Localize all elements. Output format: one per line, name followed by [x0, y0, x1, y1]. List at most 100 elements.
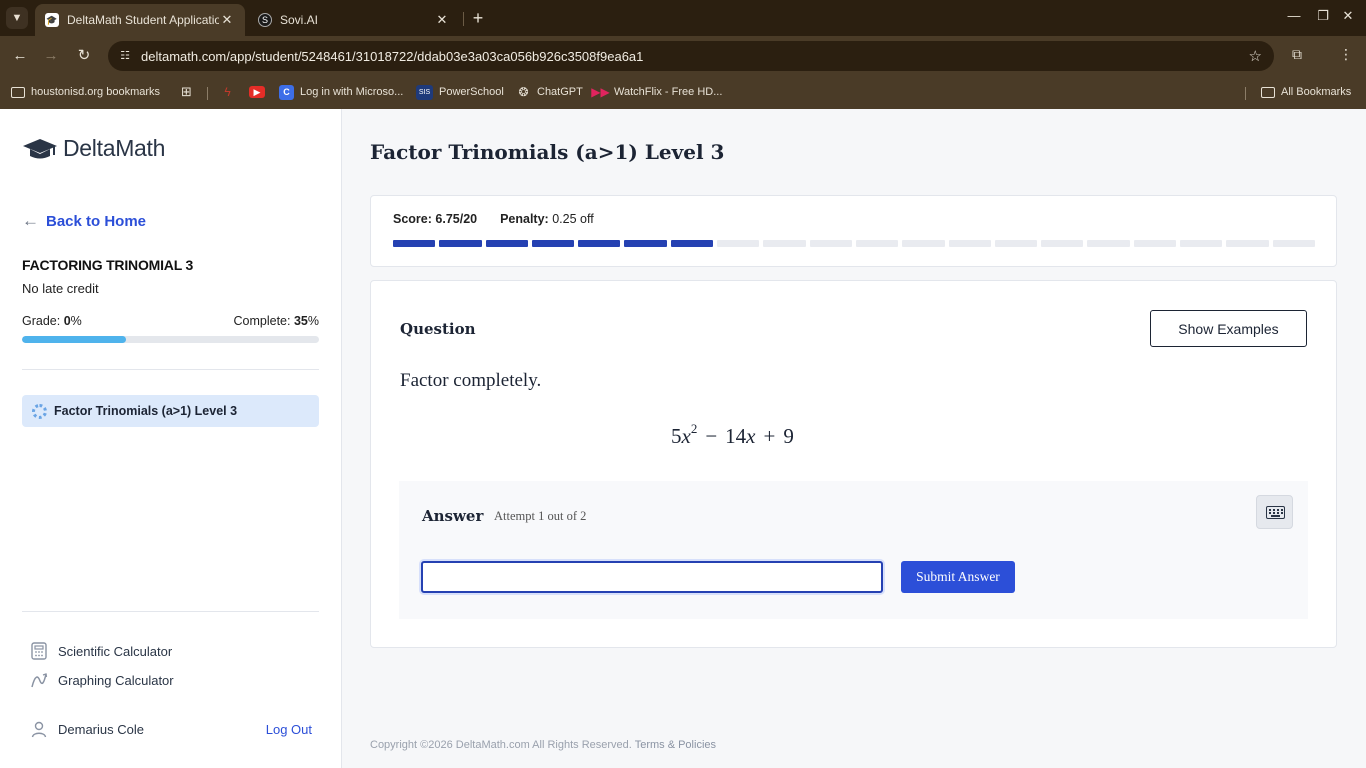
complete-label: Complete: [233, 314, 291, 328]
tab-title: DeltaMath Student Application [67, 13, 219, 27]
address-bar[interactable]: ☷ deltamath.com/app/student/5248461/3101… [108, 41, 1274, 71]
assignment-title: FACTORING TRINOMIAL 3 [22, 257, 194, 273]
progress-segment [1133, 240, 1177, 247]
new-tab-button[interactable]: + [468, 8, 488, 28]
bookmark-watchflix[interactable]: ▶▶ WatchFlix - Free HD... [591, 83, 722, 101]
progress-segment [670, 240, 714, 247]
close-icon[interactable]: ✕ [219, 12, 235, 28]
score-progress-bar [393, 240, 1315, 247]
expr-op-minus: − [705, 424, 718, 448]
graph-icon [31, 673, 48, 688]
penalty-label: Penalty: [500, 212, 549, 226]
close-window-icon[interactable]: ✕ [1338, 8, 1358, 24]
bookmark-microsoft-login[interactable]: C Log in with Microso... [279, 83, 403, 101]
sis-icon: SIS [416, 84, 433, 100]
bookmarks-bar: houstonisd.org bookmarks ⊞ ϟ ▶ C Log in … [0, 76, 1366, 109]
answer-input[interactable] [421, 561, 883, 593]
complete-unit: % [307, 314, 319, 328]
chevron-down-icon: ▼ [11, 12, 23, 24]
user-name: Demarius Cole [58, 721, 144, 737]
user-row: Demarius Cole Log Out [30, 720, 312, 738]
bookmark-star-icon[interactable]: ☆ [1249, 47, 1262, 65]
apps-grid-icon: ⊞ [181, 84, 192, 99]
progress-segment [902, 240, 945, 247]
restore-icon[interactable]: ❐ [1313, 8, 1333, 24]
keyboard-icon [1266, 506, 1285, 519]
tab-sovi[interactable]: S Sovi.AI ✕ [248, 4, 460, 36]
expr-op-plus: + [763, 424, 776, 448]
progress-segment [624, 240, 667, 247]
site-info-icon[interactable]: ☷ [118, 49, 132, 63]
url-text[interactable]: deltamath.com/app/student/5248461/310187… [141, 49, 643, 64]
extensions-icon[interactable]: ⧉ [1287, 46, 1307, 63]
more-menu-icon[interactable]: ⋮ [1336, 46, 1356, 63]
expr-const: 9 [783, 424, 794, 448]
bookmark-chatgpt[interactable]: ❂ ChatGPT [516, 83, 582, 101]
progress-segment [531, 240, 575, 247]
progress-segment [855, 240, 899, 247]
submit-answer-button[interactable]: Submit Answer [901, 561, 1015, 593]
tab-search-button[interactable]: ▼ [6, 7, 28, 29]
progress-segment [485, 240, 528, 247]
logo-text: DeltaMath [63, 135, 166, 161]
forward-arrow-icon[interactable]: → [41, 46, 61, 66]
deltamath-favicon-icon: 🎓 [45, 13, 59, 27]
expr-var: x [681, 424, 691, 448]
sovi-favicon-icon: S [258, 13, 272, 27]
progress-segment [1041, 240, 1084, 247]
score-label: Score: [393, 212, 432, 226]
footer: Copyright ©2026 DeltaMath.com All Rights… [370, 739, 716, 751]
question-card: Question Show Examples Factor completely… [370, 280, 1337, 648]
logout-link[interactable]: Log Out [266, 722, 312, 737]
scientific-calculator-link[interactable]: Scientific Calculator [30, 642, 172, 660]
back-to-home-link[interactable]: ← Back to Home [22, 211, 146, 231]
sidebar: DeltaMath ← Back to Home FACTORING TRINO… [0, 109, 342, 768]
progress-segment [439, 240, 482, 247]
answer-section: Answer Attempt 1 out of 2 Submit Answer [399, 481, 1308, 619]
clever-icon: C [279, 84, 294, 100]
bookmark-youtube[interactable]: ▶ [249, 83, 271, 101]
folder-icon [1261, 86, 1275, 98]
sidebar-item-factor-trinomials[interactable]: Factor Trinomials (a>1) Level 3 [22, 395, 319, 427]
reload-icon[interactable]: ↻ [74, 46, 94, 66]
progress-spinner-icon [32, 403, 47, 419]
all-bookmarks-button[interactable]: All Bookmarks [1261, 83, 1351, 101]
graphing-calculator-link[interactable]: Graphing Calculator [30, 671, 174, 689]
complete-value: 35 [293, 314, 308, 328]
bookmark-separator [1245, 87, 1246, 100]
tab-deltamath[interactable]: 🎓 DeltaMath Student Application ✕ [35, 4, 245, 36]
bookmark-deltamath[interactable]: ϟ [220, 83, 241, 101]
minimize-icon[interactable]: — [1284, 8, 1304, 23]
deltamath-bookmark-icon: ϟ [224, 85, 231, 99]
progress-segment [1087, 240, 1130, 247]
score-text: Score: 6.75/20 Penalty: 0.25 off [393, 212, 594, 226]
show-examples-button[interactable]: Show Examples [1150, 310, 1307, 347]
bookmark-houstonisd[interactable]: houstonisd.org bookmarks [11, 83, 160, 101]
progress-segment [578, 240, 621, 247]
terms-link[interactable]: Terms & Policies [635, 739, 716, 751]
bookmark-powerschool[interactable]: SIS PowerSchool [416, 83, 504, 101]
question-label: Question [400, 320, 476, 338]
deltamath-logo[interactable]: DeltaMath [22, 135, 165, 162]
progress-segment [1226, 240, 1269, 247]
late-credit-text: No late credit [22, 281, 99, 296]
tab-separator [463, 12, 464, 26]
bookmark-apps[interactable]: ⊞ [179, 83, 200, 101]
answer-label: Answer [422, 507, 484, 525]
score-card: Score: 6.75/20 Penalty: 0.25 off [370, 195, 1337, 267]
grade-value: 0 [63, 314, 71, 328]
complete-stat: Complete: 35% [234, 314, 320, 328]
expr-coef: 5 [671, 424, 682, 448]
progress-segment [1180, 240, 1223, 247]
expr-var2: x [746, 424, 756, 448]
browser-toolbar: ← → ↻ ☷ deltamath.com/app/student/524846… [0, 36, 1366, 76]
sidebar-divider [22, 611, 319, 612]
back-arrow-icon[interactable]: ← [10, 46, 30, 66]
copyright-text: Copyright ©2026 DeltaMath.com All Rights… [370, 739, 632, 751]
math-keyboard-button[interactable] [1256, 495, 1293, 529]
completion-progress-bar [22, 336, 319, 343]
progress-segment [763, 240, 806, 247]
grade-complete-row: Grade: 0% Complete: 35% [22, 314, 319, 328]
sidebar-item-label: Factor Trinomials (a>1) Level 3 [54, 404, 238, 418]
close-icon[interactable]: ✕ [434, 12, 450, 28]
